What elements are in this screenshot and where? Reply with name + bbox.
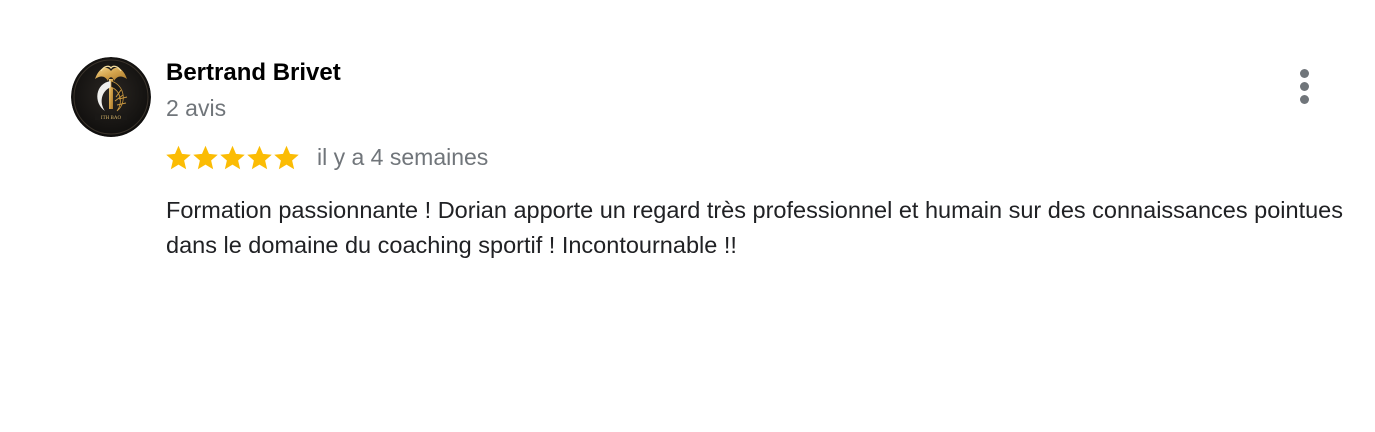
review-text: Formation passionnante ! Dorian apporte … — [166, 197, 1343, 258]
star-rating — [165, 144, 300, 171]
avatar-logo-text: ITH BAO — [101, 116, 122, 121]
star-icon — [166, 145, 191, 169]
review-card: ITH BAO Bertrand Brivet 2 avis il y a 4 … — [0, 0, 1375, 432]
author-name[interactable]: Bertrand Brivet — [166, 58, 341, 88]
gold-tree-logo-icon: ITH BAO — [71, 57, 151, 137]
star-icon — [193, 145, 218, 169]
avatar[interactable]: ITH BAO — [71, 57, 151, 137]
more-options-button[interactable] — [1288, 64, 1322, 108]
star-icon — [247, 145, 272, 169]
star-icon — [274, 145, 299, 169]
star-icon — [220, 145, 245, 169]
rating-row: il y a 4 semaines — [165, 141, 488, 173]
relative-date: il y a 4 semaines — [317, 144, 489, 170]
review-count[interactable]: 2 avis — [166, 93, 226, 123]
